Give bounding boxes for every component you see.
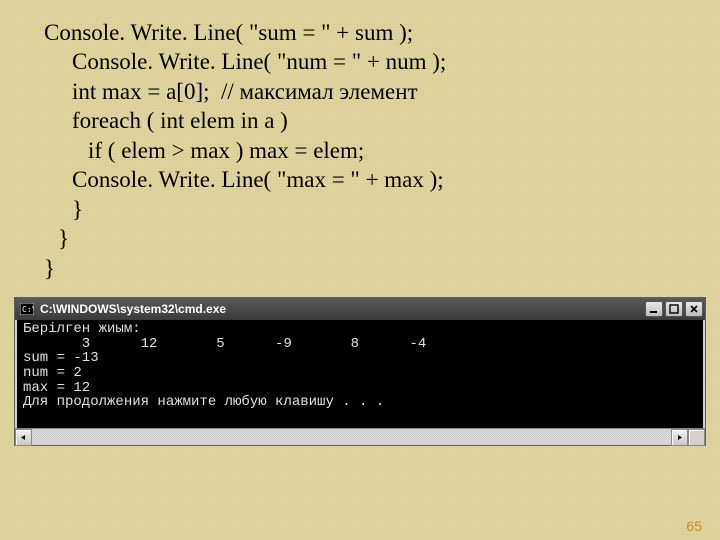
scroll-right-icon [676,434,683,441]
window-title: C:\WINDOWS\system32\cmd.exe [40,302,645,316]
maximize-icon [669,304,679,314]
scrollbar-corner [688,429,705,446]
code-line: if ( elem > max ) max = elem; [44,136,690,165]
minimize-icon [649,304,659,314]
minimize-button[interactable] [645,301,663,317]
scroll-left-button[interactable] [15,429,32,446]
code-block: Console. Write. Line( "sum = " + sum ); … [0,0,720,293]
output-line: Берілген жиым: [23,321,141,337]
code-line: int max = a[0]; // максимал элемент [44,77,690,106]
code-line: Console. Write. Line( "max = " + max ); [44,165,690,194]
code-line: Console. Write. Line( "num = " + num ); [44,47,690,76]
output-line: sum = -13 [23,350,99,366]
close-icon [689,304,699,314]
code-brace: } [44,224,690,253]
scrollbar-track[interactable] [32,429,671,445]
code-line: Console. Write. Line( "sum = " + sum ); [44,18,690,47]
scroll-right-button[interactable] [671,429,688,446]
code-line: foreach ( int elem in a ) [44,106,690,135]
terminal-output: Берілген жиым: 3 12 5 -9 8 -4 sum = -13 … [15,320,705,428]
close-button[interactable] [685,301,703,317]
output-line: Для продолжения нажмите любую клавишу . … [23,394,384,410]
maximize-button[interactable] [665,301,683,317]
cmd-app-icon: C:\ [19,302,35,316]
horizontal-scrollbar[interactable] [15,428,705,445]
cmd-window: C:\ C:\WINDOWS\system32\cmd.exe [14,297,706,446]
code-brace: } [44,195,690,224]
window-controls [645,301,703,317]
titlebar[interactable]: C:\ C:\WINDOWS\system32\cmd.exe [15,298,705,320]
output-line: 3 12 5 -9 8 -4 [23,336,426,352]
svg-text:C:\: C:\ [22,305,34,314]
code-brace: } [44,254,690,283]
scroll-left-icon [20,434,27,441]
output-line: num = 2 [23,365,82,381]
page-number: 65 [686,518,702,534]
